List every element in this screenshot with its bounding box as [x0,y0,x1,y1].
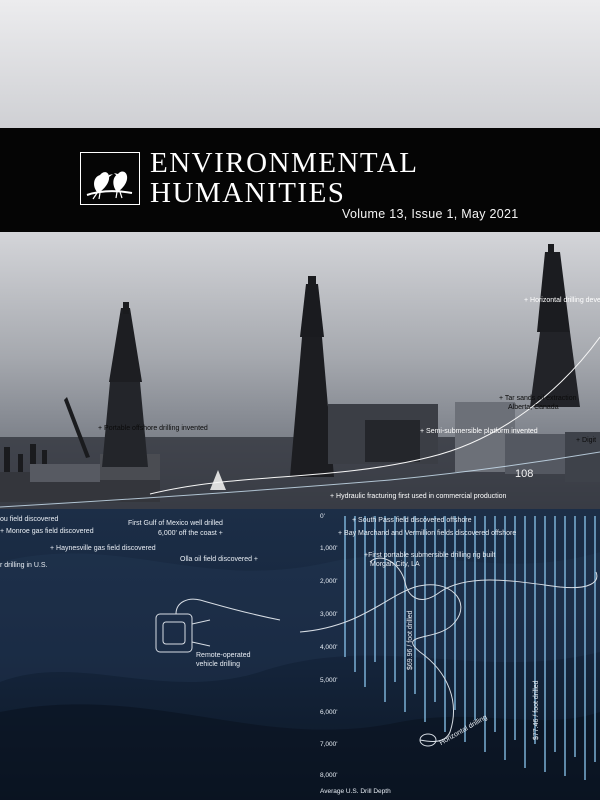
label-bay-marchand: + Bay Marchand and Vermillion fields dis… [338,530,517,537]
depth-tick-8000: 8,000' [320,772,338,779]
issue-info: Volume 13, Issue 1, May 2021 [342,207,519,221]
rig-number-label: 108 [515,468,533,480]
label-gulf-well-detail: 6,000' off the coast + [158,530,223,537]
label-tar-sands-place: Alberta, Canada [508,404,559,411]
label-haynesville-gas: + Haynesville gas field discovered [50,545,156,552]
oil-drilling-illustration: 108 [0,232,600,800]
journal-cover: ENVIRONMENTAL HUMANITIES Volume 13, Issu… [0,0,600,800]
journal-title-line-1: ENVIRONMENTAL [150,147,419,179]
label-cost-1: $69.96 / foot drilled [407,610,414,670]
depth-tick-5000: 5,000' [320,677,338,684]
depth-tick-7000: 7,000' [320,741,338,748]
label-remote-vehicle-2: vehicle drilling [196,661,240,668]
label-portable-submersible: +First portable submersible drilling rig… [364,552,496,559]
depth-tick-3000: 3,000' [320,611,338,618]
label-digital: + Digit [576,437,597,444]
depth-tick-4000: 4,000' [320,644,338,651]
journal-logo [80,152,140,205]
depth-axis-title: Average U.S. Drill Depth [320,788,391,795]
depth-tick-2000: 2,000' [320,578,338,585]
journal-title: ENVIRONMENTAL HUMANITIES [150,148,418,208]
label-portable-submersible-place: Morgan City, LA [370,561,420,568]
label-gulf-well: First Gulf of Mexico well drilled [128,520,223,527]
depth-tick-6000: 6,000' [320,709,338,716]
label-portable-offshore: + Portable offshore drilling invented [98,425,208,432]
label-drilling-us: r drilling in U.S. [0,562,48,569]
label-olla-oil: Olla oil field discovered + [180,556,259,563]
label-south-pass: + South Pass field discovered offshore [352,517,472,524]
label-remote-vehicle: Remote-operated [196,652,251,659]
depth-tick-1000: 1,000' [320,545,338,552]
sky-band [0,0,600,128]
label-semi-submersible: + Semi-submersible platform invented [420,428,538,435]
two-birds-on-branch-icon [86,171,133,200]
label-cost-2: $77.46 / foot drilled [533,680,540,740]
label-hydraulic-fracturing: + Hydraulic fracturing first used in com… [330,493,507,500]
label-horizontal-drilling: + Horizontal drilling deve [524,297,600,304]
label-bayou-field: ou field discovered [0,516,59,523]
journal-title-line-2: HUMANITIES [150,177,346,209]
depth-tick-0: 0' [320,513,325,520]
label-tar-sands: + Tar sands oil extraction [499,395,577,402]
label-monroe-gas: + Monroe gas field discovered [0,528,94,535]
